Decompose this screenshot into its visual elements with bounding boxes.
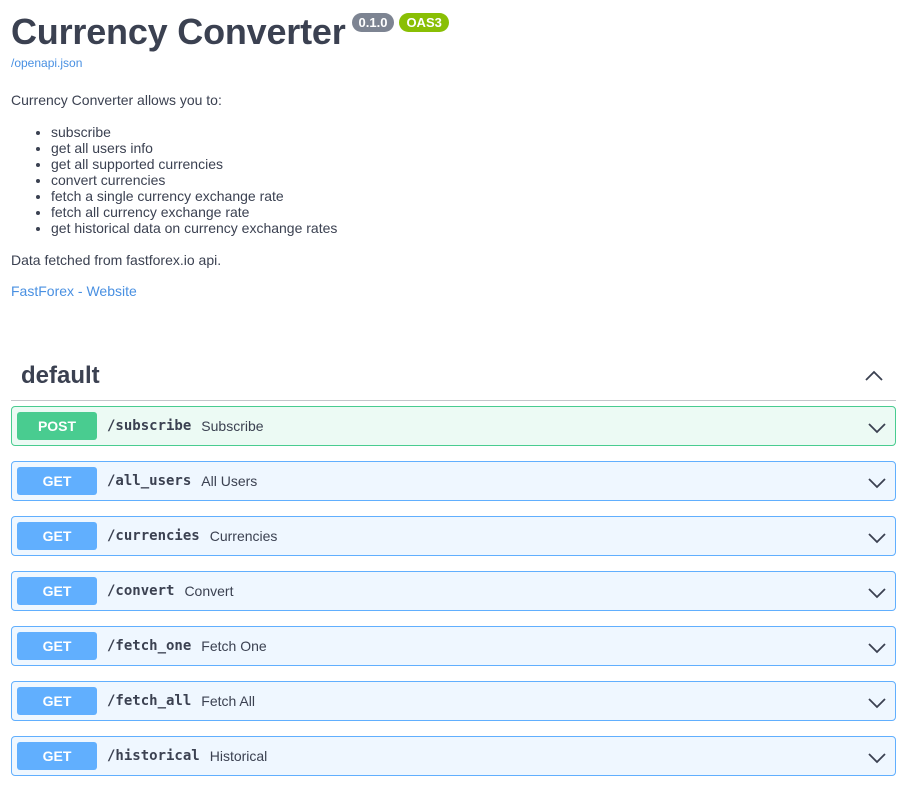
operation-summary: All Users: [201, 473, 258, 489]
method-badge: GET: [17, 577, 97, 605]
feature-item: convert currencies: [51, 172, 891, 188]
operation-path: /convert: [107, 583, 175, 599]
chevron-up-icon: [865, 370, 883, 381]
operation-summary: Currencies: [209, 528, 278, 544]
description-intro: Currency Converter allows you to:: [11, 92, 222, 108]
swagger-page: Currency Converter 0.1.0 OAS3 /openapi.j…: [0, 0, 912, 807]
fastforex-website-link[interactable]: FastForex - Website: [11, 283, 137, 299]
section-toggle-button[interactable]: [862, 364, 886, 388]
method-badge: POST: [17, 412, 97, 440]
title-row: Currency Converter 0.1.0 OAS3: [11, 8, 449, 58]
method-badge: GET: [17, 522, 97, 550]
operation-fetch-one[interactable]: GET /fetch_one Fetch One: [11, 626, 896, 666]
feature-item: get all supported currencies: [51, 156, 891, 172]
chevron-down-icon[interactable]: [867, 417, 887, 437]
feature-item: fetch all currency exchange rate: [51, 204, 891, 220]
operation-summary: Convert: [184, 583, 234, 599]
operation-convert[interactable]: GET /convert Convert: [11, 571, 896, 611]
oas-badge: OAS3: [399, 13, 449, 32]
operation-fetch-all[interactable]: GET /fetch_all Fetch All: [11, 681, 896, 721]
operation-summary: Subscribe: [201, 418, 264, 434]
chevron-down-icon[interactable]: [867, 582, 887, 602]
method-badge: GET: [17, 467, 97, 495]
operation-path: /all_users: [107, 473, 192, 489]
method-badge: GET: [17, 742, 97, 770]
openapi-json-link[interactable]: /openapi.json: [11, 56, 82, 70]
operation-all-users[interactable]: GET /all_users All Users: [11, 461, 896, 501]
operation-currencies[interactable]: GET /currencies Currencies: [11, 516, 896, 556]
operation-historical[interactable]: GET /historical Historical: [11, 736, 896, 776]
data-source-text: Data fetched from fastforex.io api.: [11, 252, 222, 268]
operations-list: POST /subscribe Subscribe GET /all_users…: [11, 406, 896, 791]
chevron-down-icon[interactable]: [867, 747, 887, 767]
operation-path: /fetch_one: [107, 638, 192, 654]
method-badge: GET: [17, 632, 97, 660]
operation-subscribe[interactable]: POST /subscribe Subscribe: [11, 406, 896, 446]
feature-item: fetch a single currency exchange rate: [51, 188, 891, 204]
api-description: Currency Converter allows you to: subscr…: [11, 92, 891, 299]
operation-summary: Fetch All: [201, 693, 255, 709]
operation-path: /fetch_all: [107, 693, 192, 709]
feature-item: get historical data on currency exchange…: [51, 220, 891, 236]
operation-path: /historical: [107, 748, 200, 764]
feature-item: subscribe: [51, 124, 891, 140]
feature-item: get all users info: [51, 140, 891, 156]
operation-summary: Fetch One: [201, 638, 267, 654]
feature-list: subscribe get all users info get all sup…: [11, 124, 891, 236]
operation-summary: Historical: [209, 748, 268, 764]
section-header-default[interactable]: default: [11, 351, 896, 401]
operation-path: /currencies: [107, 528, 200, 544]
api-title: Currency Converter: [11, 11, 346, 52]
chevron-down-icon[interactable]: [867, 637, 887, 657]
chevron-down-icon[interactable]: [867, 527, 887, 547]
chevron-down-icon[interactable]: [867, 692, 887, 712]
version-badge: 0.1.0: [351, 13, 395, 32]
method-badge: GET: [17, 687, 97, 715]
operation-path: /subscribe: [107, 418, 192, 434]
section-title: default: [21, 361, 100, 389]
chevron-down-icon[interactable]: [867, 472, 887, 492]
